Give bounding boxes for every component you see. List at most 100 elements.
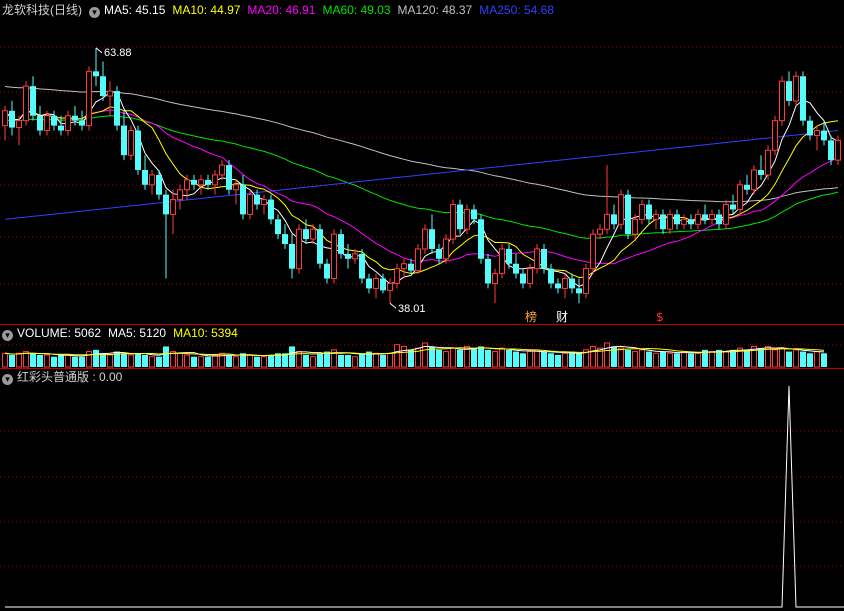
stock-title: 龙软科技(日线) — [2, 3, 82, 17]
candle-body — [625, 194, 631, 235]
candle-body — [254, 194, 260, 205]
candle-body — [44, 115, 50, 132]
candle-body — [499, 248, 505, 275]
candle-body — [23, 85, 29, 122]
volume-bar — [380, 355, 386, 367]
ma10-label: MA10: 44.97 — [172, 3, 241, 17]
dropdown-icon[interactable]: ▾ — [2, 330, 13, 341]
candle-body — [296, 228, 302, 270]
volume-bar — [401, 345, 407, 368]
volume-label: VOLUME: 5062 — [17, 326, 102, 340]
candle-body — [408, 263, 414, 271]
candle-body — [751, 169, 757, 191]
volume-bar — [436, 349, 442, 367]
volume-header: ▾ VOLUME: 5062 MA5: 5120 MA10: 5394 — [2, 326, 245, 341]
candle-body — [779, 80, 785, 122]
candle-body — [695, 213, 701, 225]
candle-body — [16, 120, 22, 129]
dropdown-icon[interactable]: ▾ — [89, 7, 100, 18]
volume-bar — [268, 355, 274, 367]
candle-body — [828, 140, 834, 161]
candle-body — [737, 184, 743, 210]
volume-bar — [30, 353, 36, 367]
volume-bar — [492, 351, 498, 368]
volume-bar — [807, 353, 813, 367]
candle-body — [821, 130, 827, 141]
candle-body — [464, 208, 470, 230]
candle-body — [282, 234, 288, 244]
ma5-label: MA5: 45.15 — [104, 3, 166, 17]
candle-body — [611, 214, 617, 225]
candle-body — [149, 174, 155, 186]
chart-canvas: 63.88 38.01 榜 财 $ — [0, 46, 844, 608]
volume-bar — [191, 356, 197, 367]
candle-body — [9, 110, 15, 128]
candle-body — [380, 278, 386, 291]
volume-bar — [100, 353, 106, 367]
volume-bar — [534, 349, 540, 368]
candle-body — [506, 248, 512, 264]
candle-body — [240, 184, 246, 215]
candle-body — [121, 125, 127, 156]
volume-bar — [653, 352, 659, 368]
dropdown-icon[interactable]: ▾ — [2, 374, 13, 385]
candle-body — [520, 273, 526, 284]
candle-body — [478, 219, 484, 259]
volume-bar — [443, 351, 449, 368]
candle-body — [471, 209, 477, 220]
volume-bar — [9, 355, 15, 367]
volume-bar — [2, 352, 8, 368]
volume-bar — [177, 352, 183, 368]
volume-bar — [730, 349, 736, 367]
candle-body — [765, 149, 771, 176]
main-header: 龙软科技(日线) ▾ MA5: 45.15 MA10: 44.97 MA20: 46.9… — [2, 3, 561, 18]
candle-body — [583, 268, 589, 294]
candle-body — [534, 248, 540, 270]
volume-bar — [37, 355, 43, 367]
volume-bar — [303, 355, 309, 367]
volume-bar — [562, 352, 568, 368]
candle-body — [814, 130, 820, 136]
candle-body — [86, 70, 92, 127]
volume-bar — [72, 356, 78, 367]
candle-body — [723, 204, 729, 225]
ma5-line — [4, 91, 839, 287]
volume-bar — [499, 347, 505, 368]
low-price-label: 38.01 — [398, 303, 426, 315]
candle-body — [716, 214, 722, 225]
ma120-label: MA120: 48.37 — [397, 3, 473, 17]
ma250-label: MA250: 54.68 — [479, 3, 554, 17]
volume-bar — [688, 353, 694, 367]
volume-bar — [394, 344, 400, 368]
candle-body — [352, 253, 358, 260]
volume-bar — [359, 353, 365, 367]
badge-cai: 财 — [556, 310, 568, 324]
volume-bar — [261, 356, 267, 368]
candle-body — [191, 179, 197, 185]
volume-bar — [79, 356, 85, 367]
candle-body — [800, 76, 806, 121]
volume-bar — [709, 351, 715, 368]
candle-body — [331, 233, 337, 280]
candle-body — [261, 199, 267, 206]
candle-body — [485, 258, 491, 284]
volume-bar — [478, 346, 484, 367]
candle-body — [436, 248, 442, 259]
candle-body — [317, 229, 323, 264]
volume-bar — [156, 356, 162, 367]
volume-bar — [345, 355, 351, 367]
candle-body — [324, 263, 330, 279]
candle-body — [688, 219, 694, 225]
volume-bar — [198, 356, 204, 368]
volume-bar — [457, 349, 463, 367]
volume-bar — [576, 353, 582, 367]
candle-body — [562, 278, 568, 289]
candle-body — [513, 263, 519, 274]
candle-body — [51, 115, 57, 126]
candle-body — [303, 229, 309, 240]
indicator-line — [5, 385, 844, 608]
candle-body — [541, 248, 547, 269]
volume-bar — [135, 353, 141, 367]
volume-bar — [86, 351, 92, 368]
candle-body — [233, 184, 239, 191]
